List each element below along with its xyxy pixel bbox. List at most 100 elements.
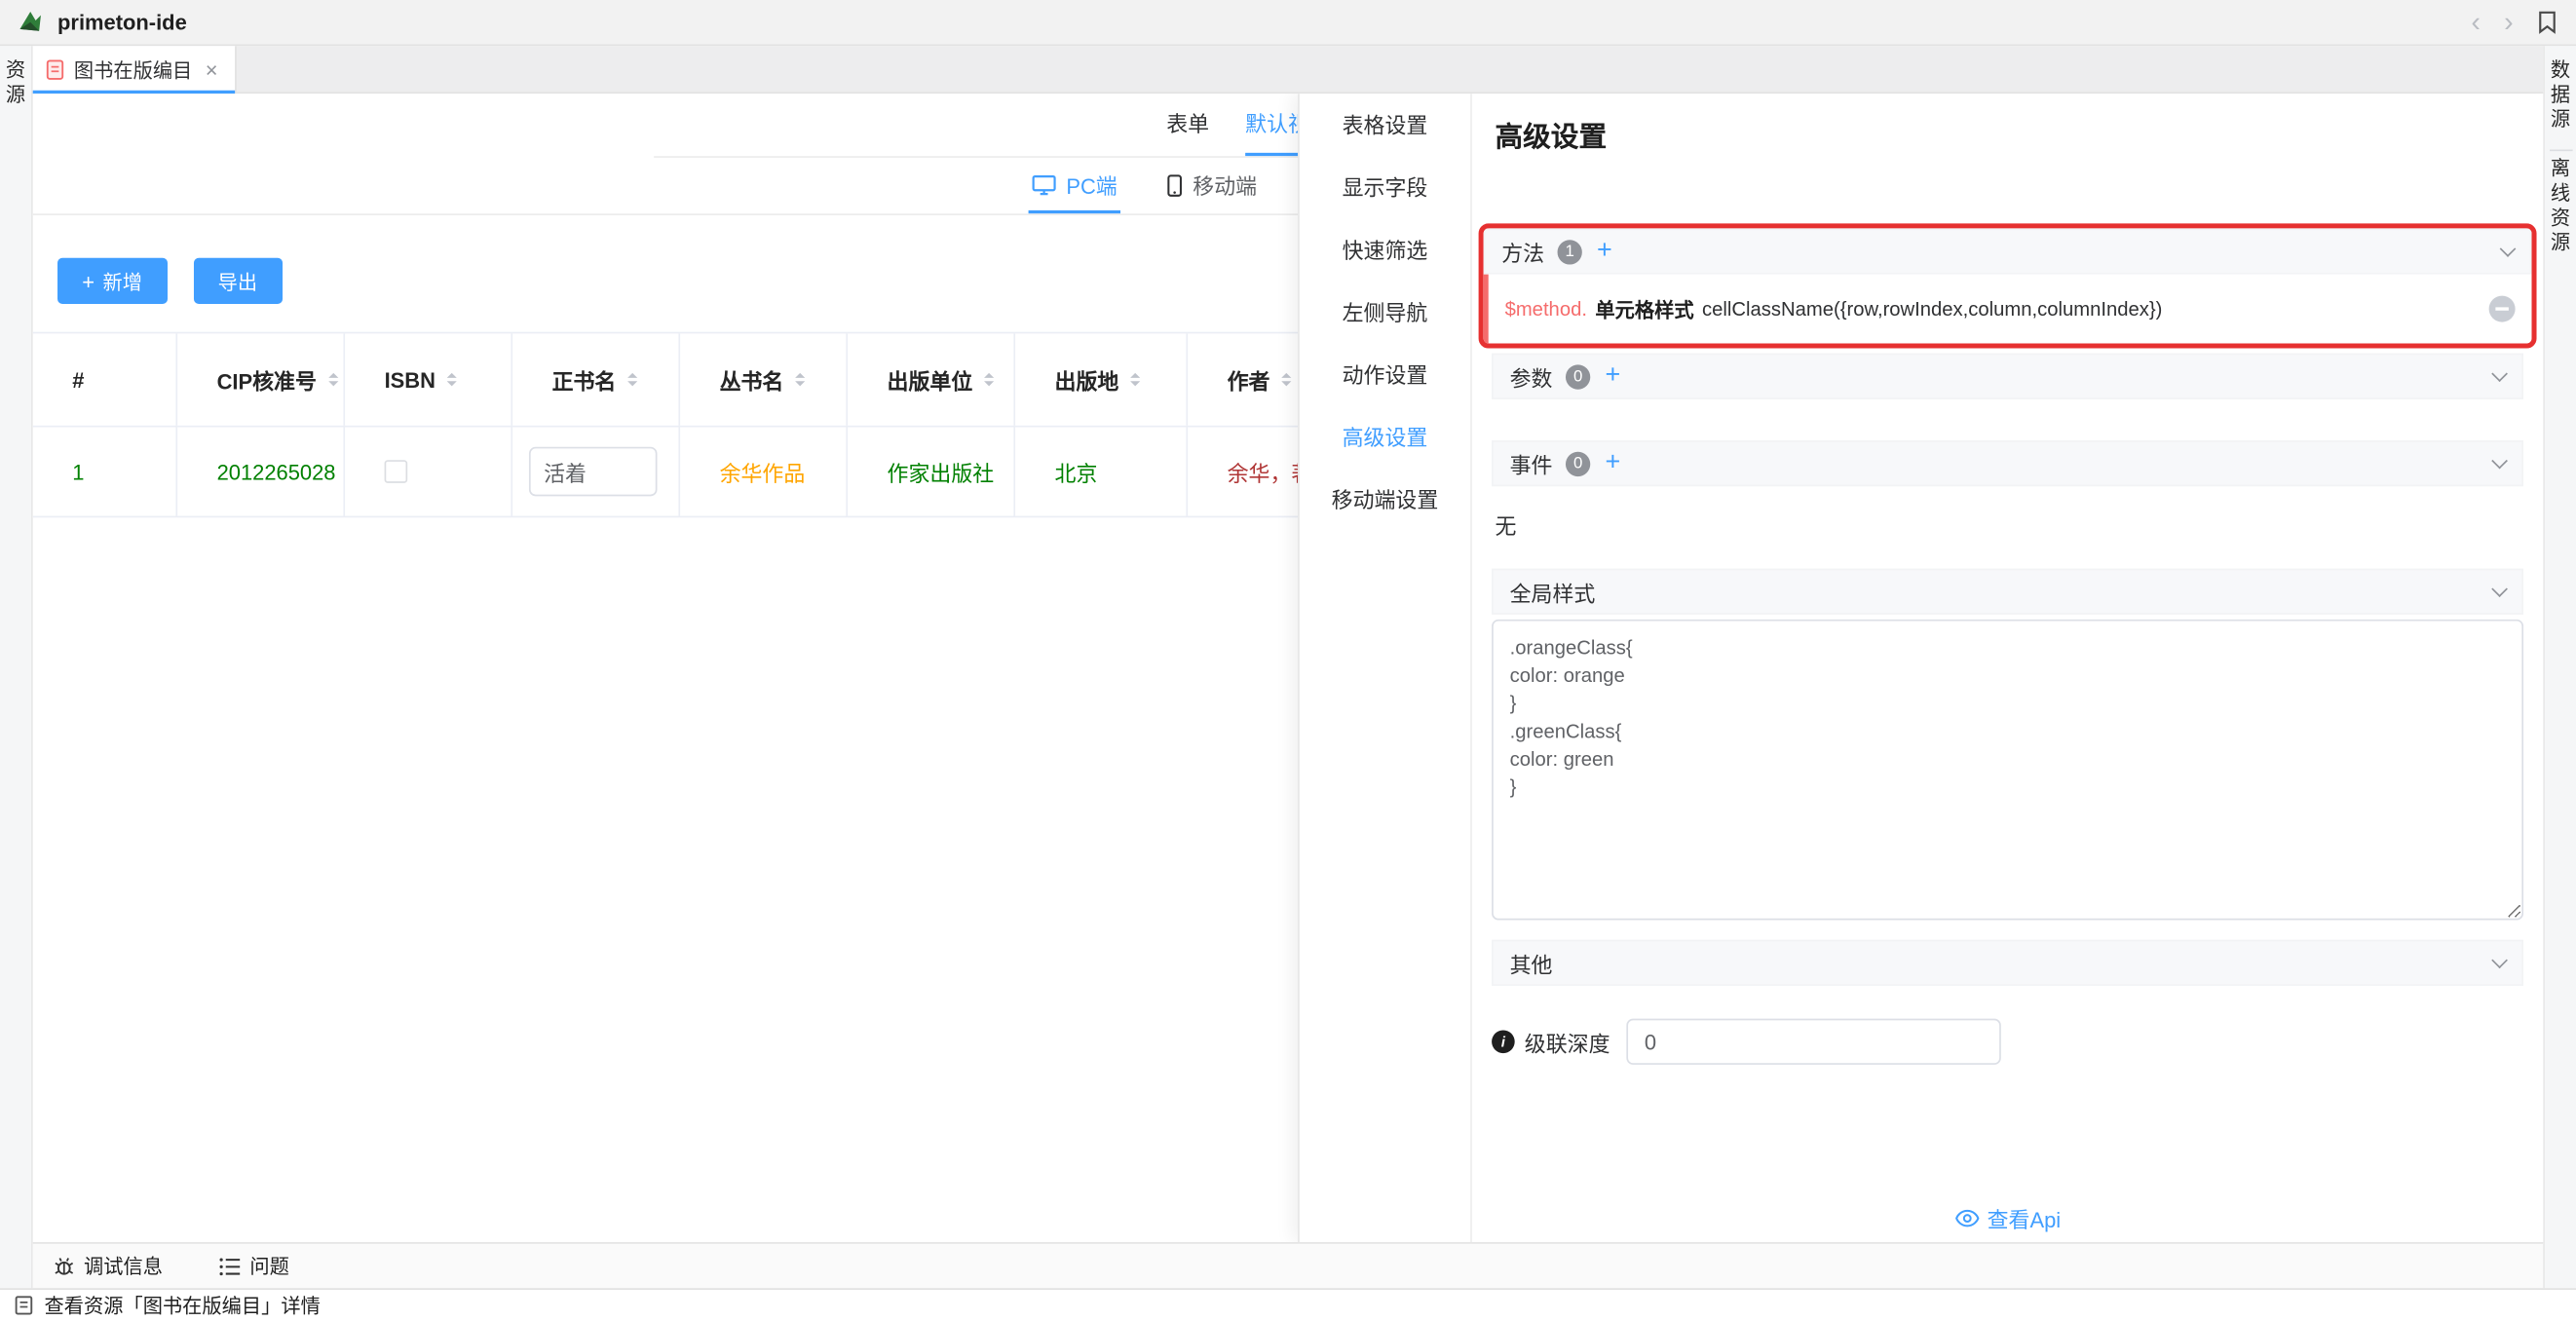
column-header-isbn: ISBN bbox=[345, 333, 512, 425]
add-param-button[interactable]: + bbox=[1605, 363, 1620, 390]
menu-item-advanced-settings[interactable]: 高级设置 bbox=[1300, 407, 1470, 470]
problems-button[interactable]: 问题 bbox=[218, 1252, 289, 1280]
column-label: ISBN bbox=[385, 367, 436, 392]
close-icon[interactable]: × bbox=[206, 57, 218, 81]
section-params-header[interactable]: 参数 0 + bbox=[1492, 354, 2523, 399]
rail-divider bbox=[2549, 149, 2572, 151]
section-global-style-header[interactable]: 全局样式 bbox=[1492, 569, 2523, 615]
section-other-header[interactable]: 其他 bbox=[1492, 940, 2523, 986]
document-tabbar: 图书在版编目 × bbox=[33, 46, 2544, 94]
menu-item-quick-filter[interactable]: 快速筛选 bbox=[1300, 220, 1470, 283]
chevron-down-icon[interactable] bbox=[2491, 365, 2508, 382]
right-rail: 数据源 离线资源 bbox=[2543, 46, 2576, 1288]
cell-series: 余华作品 bbox=[680, 428, 848, 516]
chevron-down-icon[interactable] bbox=[2491, 581, 2508, 597]
tab-pc-label: PC端 bbox=[1066, 170, 1117, 201]
monitor-icon bbox=[1032, 174, 1056, 196]
column-label: CIP核准号 bbox=[217, 364, 317, 396]
left-rail: 资源 bbox=[0, 46, 33, 1288]
debug-info-label: 调试信息 bbox=[84, 1252, 163, 1280]
cell-title bbox=[512, 428, 680, 516]
debug-info-button[interactable]: 调试信息 bbox=[53, 1252, 163, 1280]
pane-title: 高级设置 bbox=[1495, 113, 2523, 154]
column-header-index: # bbox=[33, 333, 177, 425]
chevron-down-icon[interactable] bbox=[2491, 952, 2508, 968]
settings-panel: 表格设置 显示字段 快速筛选 左侧导航 动作设置 高级设置 移动端设置 高级设置 bbox=[1298, 94, 2543, 1242]
section-label: 参数 bbox=[1510, 360, 1553, 392]
sort-icon[interactable] bbox=[627, 368, 637, 392]
eye-icon bbox=[1954, 1209, 1979, 1227]
method-signature: cellClassName({row,rowIndex,column,colum… bbox=[1702, 297, 2162, 321]
menu-item-display-fields[interactable]: 显示字段 bbox=[1300, 158, 1470, 220]
statusbar: 查看资源「图书在版编目」详情 bbox=[0, 1288, 2576, 1321]
section-label: 全局样式 bbox=[1510, 576, 1596, 607]
column-label: 正书名 bbox=[552, 364, 617, 396]
count-badge: 0 bbox=[1566, 451, 1590, 475]
settings-menu: 表格设置 显示字段 快速筛选 左侧导航 动作设置 高级设置 移动端设置 bbox=[1300, 94, 1472, 1242]
document-tab-label: 图书在版编目 bbox=[74, 56, 192, 84]
column-label: 出版地 bbox=[1055, 364, 1119, 396]
cascade-depth-field: i 级联深度 bbox=[1492, 1019, 2523, 1065]
left-rail-resources-tab[interactable]: 资源 bbox=[2, 59, 30, 109]
view-api-link[interactable]: 查看Api bbox=[1492, 1203, 2523, 1234]
method-prefix: $method. bbox=[1505, 297, 1587, 321]
sort-icon[interactable] bbox=[1281, 368, 1291, 392]
table-header-row: # CIP核准号 ISBN 正书名 bbox=[33, 332, 1479, 428]
global-style-textarea[interactable]: .orangeClass{ color: orange } .greenClas… bbox=[1492, 620, 2523, 921]
menu-item-table-settings[interactable]: 表格设置 bbox=[1300, 95, 1470, 158]
menu-item-mobile-settings[interactable]: 移动端设置 bbox=[1300, 470, 1470, 532]
center-column: 图书在版编目 × 表单 默认视图 bbox=[33, 46, 2544, 1288]
delete-method-icon[interactable] bbox=[2489, 296, 2516, 322]
events-empty-text: 无 bbox=[1492, 510, 2523, 541]
info-icon: i bbox=[1492, 1030, 1515, 1053]
add-method-button[interactable]: + bbox=[1597, 239, 1612, 265]
bookmark-icon[interactable] bbox=[2535, 10, 2559, 34]
sort-icon[interactable] bbox=[447, 368, 457, 392]
cascade-depth-input[interactable] bbox=[1626, 1019, 2000, 1065]
app-title: primeton-ide bbox=[57, 10, 187, 34]
phone-icon bbox=[1166, 173, 1183, 197]
add-event-button[interactable]: + bbox=[1605, 450, 1620, 476]
tab-pc[interactable]: PC端 bbox=[1032, 156, 1118, 213]
data-table: # CIP核准号 ISBN 正书名 bbox=[33, 332, 1479, 518]
view-api-label: 查看Api bbox=[1988, 1203, 2062, 1234]
menu-item-left-nav[interactable]: 左侧导航 bbox=[1300, 283, 1470, 345]
tab-form[interactable]: 表单 bbox=[1166, 94, 1209, 156]
title-input[interactable] bbox=[529, 447, 658, 497]
cell-cip: 2012265028 bbox=[177, 428, 345, 516]
bug-icon bbox=[53, 1255, 76, 1278]
section-events-header[interactable]: 事件 0 + bbox=[1492, 440, 2523, 486]
add-button-label: 新增 bbox=[103, 267, 142, 295]
nav-back-icon[interactable]: ‹ bbox=[2459, 6, 2492, 39]
right-rail-offline-resources-tab[interactable]: 离线资源 bbox=[2547, 158, 2575, 256]
add-button[interactable]: + 新增 bbox=[57, 258, 167, 304]
chevron-down-icon[interactable] bbox=[2491, 453, 2508, 470]
chevron-down-icon[interactable] bbox=[2500, 241, 2517, 257]
cell-place: 北京 bbox=[1015, 428, 1188, 516]
section-label: 其他 bbox=[1510, 947, 1553, 978]
cascade-depth-label: 级联深度 bbox=[1525, 1026, 1610, 1057]
section-methods-header[interactable]: 方法 1 + bbox=[1484, 228, 2532, 274]
tab-mobile[interactable]: 移动端 bbox=[1166, 156, 1257, 213]
plus-icon: + bbox=[82, 269, 95, 293]
isbn-checkbox[interactable] bbox=[385, 460, 408, 483]
table-toolbar: + 新增 导出 bbox=[57, 258, 282, 304]
nav-forward-icon[interactable]: › bbox=[2492, 6, 2525, 39]
device-tabs: PC端 移动端 bbox=[1032, 156, 1257, 213]
column-label: # bbox=[72, 367, 84, 392]
sort-icon[interactable] bbox=[795, 368, 805, 392]
document-icon bbox=[46, 58, 64, 80]
right-rail-datasource-tab[interactable]: 数据源 bbox=[2547, 59, 2575, 133]
method-name: 单元格样式 bbox=[1595, 295, 1693, 323]
count-badge: 1 bbox=[1558, 239, 1582, 263]
sort-icon[interactable] bbox=[328, 368, 338, 392]
count-badge: 0 bbox=[1566, 364, 1590, 389]
cell-index: 1 bbox=[33, 428, 177, 516]
menu-item-action-settings[interactable]: 动作设置 bbox=[1300, 345, 1470, 407]
sort-icon[interactable] bbox=[984, 368, 994, 392]
problems-label: 问题 bbox=[249, 1252, 288, 1280]
sort-icon[interactable] bbox=[1130, 368, 1140, 392]
document-tab[interactable]: 图书在版编目 × bbox=[33, 46, 236, 92]
export-button[interactable]: 导出 bbox=[193, 258, 282, 304]
method-item[interactable]: $method. 单元格样式 cellClassName({row,rowInd… bbox=[1484, 275, 2532, 344]
